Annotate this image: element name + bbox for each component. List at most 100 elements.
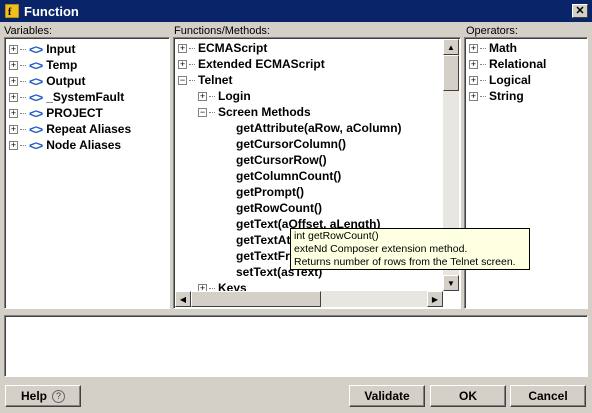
arrow-down-icon: ▼ bbox=[447, 278, 455, 288]
cancel-button-label: Cancel bbox=[528, 389, 568, 403]
operator-label: Logical bbox=[489, 73, 532, 87]
close-icon: ✕ bbox=[575, 4, 585, 17]
expand-icon[interactable]: + bbox=[469, 91, 478, 101]
variable-label: _SystemFault bbox=[46, 90, 125, 104]
ok-button-label: OK bbox=[459, 389, 477, 403]
operator-item[interactable]: + Math bbox=[469, 40, 517, 56]
collapse-icon[interactable]: − bbox=[198, 107, 207, 117]
function-item[interactable]: − Screen Methods bbox=[198, 104, 311, 120]
xml-tag-icon: <> bbox=[29, 41, 43, 57]
method-label: getColumnCount() bbox=[236, 169, 342, 183]
expand-icon[interactable]: + bbox=[9, 60, 18, 70]
expand-icon[interactable]: + bbox=[469, 43, 478, 53]
variable-item[interactable]: + <> Temp bbox=[9, 57, 77, 73]
variable-item[interactable]: + <> PROJECT bbox=[9, 105, 103, 121]
method-item[interactable]: getRowCount() bbox=[236, 200, 322, 216]
variable-label: PROJECT bbox=[46, 106, 103, 120]
function-label: Screen Methods bbox=[218, 105, 311, 119]
method-label: getAttribute(aRow, aColumn) bbox=[236, 121, 402, 135]
expand-icon[interactable]: + bbox=[9, 140, 18, 150]
expand-icon[interactable]: + bbox=[9, 108, 18, 118]
variable-label: Temp bbox=[46, 58, 78, 72]
expression-text bbox=[5, 316, 587, 320]
method-item[interactable]: getTextAt bbox=[236, 232, 290, 248]
function-item[interactable]: + Extended ECMAScript bbox=[178, 56, 325, 72]
horizontal-scrollbar[interactable]: ◀ ▶ bbox=[175, 291, 443, 307]
operators-label: Operators: bbox=[466, 25, 518, 37]
ok-button[interactable]: OK bbox=[430, 385, 506, 407]
expand-icon[interactable]: + bbox=[178, 59, 187, 69]
xml-tag-icon: <> bbox=[29, 105, 43, 121]
scroll-left-button[interactable]: ◀ bbox=[175, 291, 191, 307]
arrow-left-icon: ◀ bbox=[179, 294, 187, 304]
function-label: Login bbox=[218, 89, 251, 103]
operator-label: String bbox=[489, 89, 524, 103]
operator-item[interactable]: + Relational bbox=[469, 56, 546, 72]
function-item[interactable]: + ECMAScript bbox=[178, 40, 267, 56]
expand-icon[interactable]: + bbox=[9, 76, 18, 86]
method-label: getCursorRow() bbox=[236, 153, 327, 167]
variable-label: Output bbox=[46, 74, 86, 88]
expand-icon[interactable]: + bbox=[9, 92, 18, 102]
method-item[interactable]: getPrompt() bbox=[236, 184, 304, 200]
method-label: getTextAt bbox=[236, 233, 291, 247]
functions-label: Functions/Methods: bbox=[174, 25, 270, 37]
function-label: Telnet bbox=[198, 73, 233, 87]
variables-label: Variables: bbox=[4, 25, 53, 37]
variable-label: Node Aliases bbox=[46, 138, 122, 152]
arrow-up-icon: ▲ bbox=[447, 42, 455, 52]
expand-icon[interactable]: + bbox=[178, 43, 187, 53]
method-tooltip: int getRowCount() exteNd Composer extens… bbox=[290, 228, 530, 270]
variable-label: Repeat Aliases bbox=[46, 122, 132, 136]
operator-label: Math bbox=[489, 41, 517, 55]
xml-tag-icon: <> bbox=[29, 89, 43, 105]
expand-icon[interactable]: + bbox=[469, 75, 478, 85]
tooltip-signature: int getRowCount() bbox=[294, 230, 379, 242]
method-item[interactable]: getTextFr bbox=[236, 248, 290, 264]
operator-label: Relational bbox=[489, 57, 547, 71]
tooltip-source: exteNd Composer extension method. bbox=[294, 243, 468, 255]
variable-item[interactable]: + <> Repeat Aliases bbox=[9, 121, 131, 137]
variable-label: Input bbox=[46, 42, 76, 56]
function-app-icon: f bbox=[4, 3, 20, 19]
expand-icon[interactable]: + bbox=[469, 59, 478, 69]
method-label: getCursorColumn() bbox=[236, 137, 346, 151]
operator-item[interactable]: + String bbox=[469, 88, 524, 104]
method-item[interactable]: getColumnCount() bbox=[236, 168, 341, 184]
scroll-down-button[interactable]: ▼ bbox=[443, 275, 459, 291]
validate-button[interactable]: Validate bbox=[349, 385, 425, 407]
cancel-button[interactable]: Cancel bbox=[510, 385, 586, 407]
xml-tag-icon: <> bbox=[29, 137, 43, 153]
variable-item[interactable]: + <> Node Aliases bbox=[9, 137, 121, 153]
expand-icon[interactable]: + bbox=[9, 124, 18, 134]
expand-icon[interactable]: + bbox=[9, 44, 18, 54]
tooltip-description: Returns number of rows from the Telnet s… bbox=[294, 256, 516, 268]
xml-tag-icon: <> bbox=[29, 121, 43, 137]
variable-item[interactable]: + <> Input bbox=[9, 41, 76, 57]
method-item[interactable]: getAttribute(aRow, aColumn) bbox=[236, 120, 402, 136]
vertical-scroll-thumb[interactable] bbox=[443, 55, 459, 91]
collapse-icon[interactable]: − bbox=[178, 75, 187, 85]
variable-item[interactable]: + <> _SystemFault bbox=[9, 89, 124, 105]
method-item[interactable]: getCursorColumn() bbox=[236, 136, 346, 152]
window-title: Function bbox=[24, 3, 79, 19]
expression-editor[interactable] bbox=[4, 315, 588, 377]
operator-item[interactable]: + Logical bbox=[469, 72, 531, 88]
close-button[interactable]: ✕ bbox=[572, 4, 588, 18]
scroll-up-button[interactable]: ▲ bbox=[443, 39, 459, 55]
method-label: getPrompt() bbox=[236, 185, 304, 199]
function-label: ECMAScript bbox=[198, 41, 268, 55]
method-label: getTextFr bbox=[236, 249, 290, 263]
scroll-right-button[interactable]: ▶ bbox=[427, 291, 443, 307]
help-button[interactable]: Help ? bbox=[5, 385, 81, 407]
horizontal-scroll-thumb[interactable] bbox=[191, 291, 321, 307]
variables-tree[interactable]: + <> Input + <> Temp + <> Output + <> _S… bbox=[4, 37, 170, 309]
method-item[interactable]: getCursorRow() bbox=[236, 152, 327, 168]
variable-item[interactable]: + <> Output bbox=[9, 73, 86, 89]
help-button-label: Help bbox=[20, 389, 47, 403]
function-item[interactable]: + Login bbox=[198, 88, 251, 104]
function-item[interactable]: − Telnet bbox=[178, 72, 232, 88]
expand-icon[interactable]: + bbox=[198, 91, 207, 101]
xml-tag-icon: <> bbox=[29, 57, 43, 73]
help-icon: ? bbox=[52, 389, 65, 403]
